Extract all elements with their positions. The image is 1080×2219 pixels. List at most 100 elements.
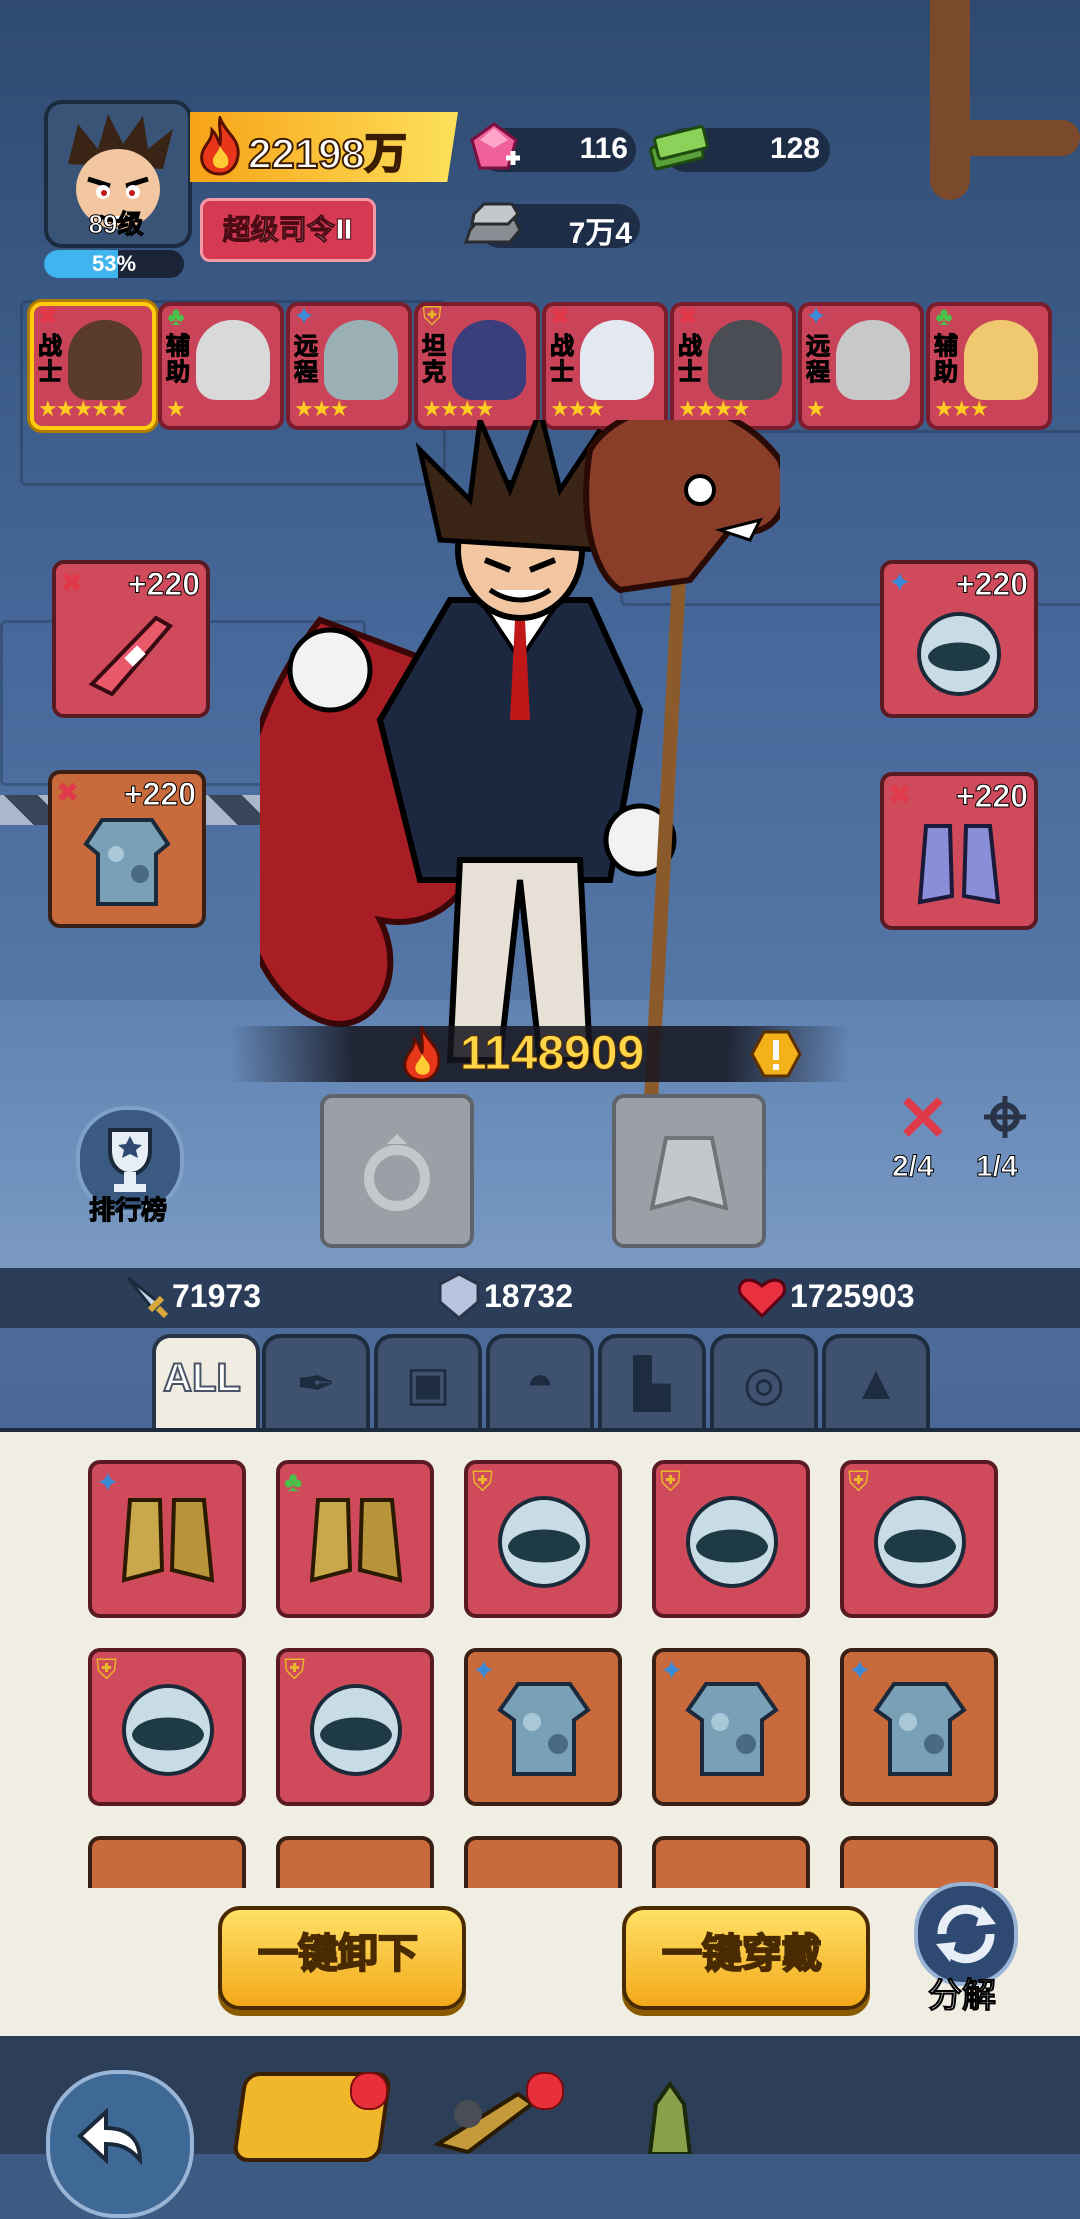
inventory-item[interactable]: ✦ xyxy=(88,1460,246,1618)
helmet-bonus: +220 xyxy=(955,566,1028,603)
tab-armor[interactable]: ▣ xyxy=(374,1334,482,1436)
defense-value: 18732 xyxy=(484,1278,573,1314)
rank-title: 超级司令Ⅱ xyxy=(222,214,354,246)
equip-slot-helmet[interactable]: ✦ +220 xyxy=(880,560,1038,718)
tab-ring[interactable]: ◎ xyxy=(710,1334,818,1436)
inventory-item[interactable]: ✦ xyxy=(840,1648,998,1806)
hero-stars: ★★★★ xyxy=(678,396,751,421)
gem-icon xyxy=(470,122,520,170)
cloak-slot[interactable] xyxy=(612,1094,766,1248)
hero-role: 辅助 xyxy=(166,333,191,386)
inventory-item[interactable]: ✦ xyxy=(652,1648,810,1806)
boots-bonus: +220 xyxy=(955,778,1028,815)
equip-slot-boots[interactable]: ✖ +220 xyxy=(880,772,1038,930)
warning-icon[interactable] xyxy=(750,1030,802,1078)
equip-slot-armor[interactable]: ✖ +220 xyxy=(48,770,206,928)
clover-class-icon: ♣ xyxy=(284,1466,303,1497)
notification-dot xyxy=(350,2072,388,2110)
hero-card[interactable]: ✖ 战士 ★★★ xyxy=(542,302,668,430)
inventory-item[interactable]: ✦ xyxy=(464,1648,622,1806)
hero-portrait xyxy=(324,320,398,400)
camo-armor-icon xyxy=(873,1682,967,1776)
inventory-item[interactable]: ⛨ xyxy=(464,1460,622,1618)
gem-value: 116 xyxy=(579,132,628,165)
hero-card[interactable]: ✦ 远程 ★ xyxy=(798,302,924,430)
sword-class-icon: ✖ xyxy=(37,302,59,331)
crosshair-set-icon xyxy=(984,1096,1026,1138)
inventory-item-partial[interactable] xyxy=(464,1836,622,1888)
inventory-item[interactable]: ⛨ xyxy=(840,1460,998,1618)
crosshair-class-icon: ✦ xyxy=(660,1655,684,1686)
hero-stars: ★ xyxy=(166,396,186,421)
hero-card[interactable]: ♣ 辅助 ★★★ xyxy=(926,302,1052,430)
shield-class-icon: ⛨ xyxy=(284,1654,306,1685)
inventory-item[interactable]: ⛨ xyxy=(88,1648,246,1806)
inventory-item-partial[interactable] xyxy=(652,1836,810,1888)
notification-dot xyxy=(526,2072,564,2110)
hero-role: 战士 xyxy=(678,333,703,386)
total-power-value: 22198万 xyxy=(247,129,408,178)
helmet-icon xyxy=(498,1496,590,1588)
ring-slot[interactable] xyxy=(320,1094,474,1248)
sword-class-icon: ✖ xyxy=(888,779,912,810)
cloak-icon xyxy=(649,1136,729,1211)
back-button[interactable] xyxy=(46,2070,194,2218)
shield-class-icon: ⛨ xyxy=(660,1466,682,1497)
armor-bonus: +220 xyxy=(123,776,196,813)
hp-value: 1725903 xyxy=(790,1278,915,1314)
attack-value: 71973 xyxy=(172,1278,261,1314)
crosshair-class-icon: ✦ xyxy=(472,1655,496,1686)
helmet-icon xyxy=(917,612,1001,696)
inventory-item[interactable]: ⛨ xyxy=(652,1460,810,1618)
tab-cloak[interactable]: ▲ xyxy=(822,1334,930,1436)
cloak-tab-icon: ▲ xyxy=(852,1357,900,1410)
crosshair-class-icon: ✦ xyxy=(805,302,827,331)
weapon-tab-icon: ✒ xyxy=(295,1358,337,1411)
hero-portrait xyxy=(836,320,910,400)
nav-soldier-icon[interactable] xyxy=(620,2074,720,2154)
inventory-item[interactable]: ♣ xyxy=(276,1460,434,1618)
cash-icon xyxy=(649,125,709,171)
combat-power-value: 1148909 xyxy=(459,1027,645,1081)
hero-card[interactable]: ♣ 辅助 ★ xyxy=(158,302,284,430)
boots-tab-icon: ▙ xyxy=(633,1358,671,1411)
hero-role: 远程 xyxy=(806,333,831,386)
equip-all-label: 一键穿戴 xyxy=(661,1931,823,1977)
tab-weapon[interactable]: ✒ xyxy=(262,1334,370,1436)
unequip-all-label: 一键卸下 xyxy=(257,1931,419,1977)
inventory-item-partial[interactable] xyxy=(276,1836,434,1888)
clover-class-icon: ♣ xyxy=(167,302,185,331)
ranking-label: 排行榜 xyxy=(88,1195,167,1226)
shield-class-icon: ⛨ xyxy=(848,1466,870,1497)
hero-stars: ★★★ xyxy=(294,396,349,421)
helmet-icon xyxy=(686,1496,778,1588)
hero-stars: ★★★★★ xyxy=(38,396,129,421)
inventory-item-partial[interactable] xyxy=(840,1836,998,1888)
hero-stars: ★★★★ xyxy=(422,396,495,421)
hero-role: 战士 xyxy=(550,333,575,386)
crosshair-class-icon: ✦ xyxy=(888,567,912,598)
helmet-icon xyxy=(874,1496,966,1588)
flame-icon xyxy=(200,116,240,176)
equip-slot-weapon[interactable]: ✖ +220 xyxy=(52,560,210,718)
crosshair-class-icon: ✦ xyxy=(848,1655,872,1686)
player-level: 89级 xyxy=(88,209,144,240)
ring-tab-icon: ◎ xyxy=(743,1358,785,1411)
hero-role: 战士 xyxy=(38,333,63,386)
helmet-icon xyxy=(122,1684,214,1776)
tab-boots[interactable]: ▙ xyxy=(598,1334,706,1436)
back-arrow-icon xyxy=(77,2107,143,2166)
helmet-tab-icon: ◓ xyxy=(525,1357,555,1410)
hero-role: 远程 xyxy=(294,333,319,386)
hero-portrait xyxy=(196,320,270,400)
inventory-item-partial[interactable] xyxy=(88,1836,246,1888)
inventory-item[interactable]: ⛨ xyxy=(276,1648,434,1806)
hero-card[interactable]: ⛨ 坦克 ★★★★ xyxy=(414,302,540,430)
hero-card[interactable]: ✖ 战士 ★★★★★ xyxy=(30,302,156,430)
boots-icon xyxy=(917,824,1001,905)
shield-class-icon: ⛨ xyxy=(96,1654,118,1685)
tab-helmet[interactable]: ◓ xyxy=(486,1334,594,1436)
pipe xyxy=(950,120,1080,156)
hero-card[interactable]: ✦ 远程 ★★★ xyxy=(286,302,412,430)
hero-card[interactable]: ✖ 战士 ★★★★ xyxy=(670,302,796,430)
